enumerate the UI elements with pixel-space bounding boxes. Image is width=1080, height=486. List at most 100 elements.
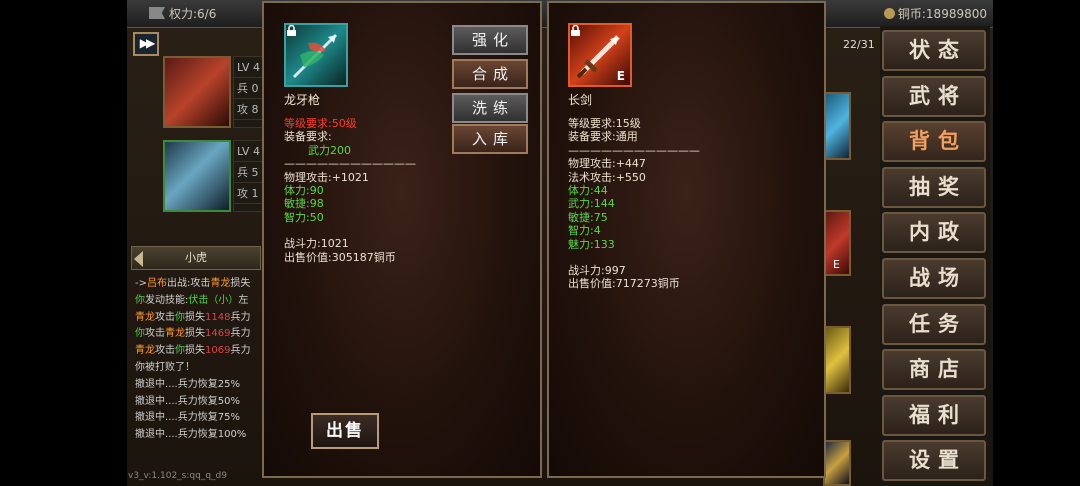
level-requirement: 等级要求:15级 [568, 117, 641, 130]
power-indicator: 权力:6/6 [149, 5, 216, 22]
log-segment: 你 [135, 294, 145, 306]
equipped-badge: E [616, 69, 625, 83]
log-line: 你发动技能:伏击（小）左 [135, 293, 265, 310]
log-segment: 兵力 [230, 328, 251, 340]
log-segment: 出战:攻击 [167, 278, 211, 289]
hero-card-2[interactable]: LV 4 兵 5 攻 1 [163, 140, 267, 212]
menu-button-internal-affairs[interactable]: 内政 [882, 212, 986, 254]
equip-requirement-value: 武力200 [308, 143, 351, 157]
menu-button-quests[interactable]: 任务 [882, 303, 986, 345]
bag-item-slot[interactable] [823, 92, 851, 160]
log-segment: 攻击 [145, 328, 165, 340]
log-segment: 攻击 [155, 345, 175, 357]
log-line: 青龙攻击你损失1148兵力 [135, 310, 265, 327]
log-segment: 你 [175, 311, 185, 323]
item-detail-panel-right: E 长剑 等级要求:15级 装备要求:通用 ———————————— 物理攻击:… [547, 1, 826, 478]
menu-button-lottery[interactable]: 抽奖 [882, 166, 986, 208]
magic-attack: 法术攻击:+550 [568, 170, 646, 184]
coin-icon [883, 8, 895, 19]
item-info: 等级要求:15级 装备要求:通用 ———————————— 物理攻击:+447 … [568, 117, 700, 291]
log-segment: 攻击 [155, 311, 175, 323]
battle-log-tab[interactable]: 小虎 [131, 246, 261, 270]
menu-button-shop[interactable]: 商店 [882, 349, 986, 391]
battle-log-title: 小虎 [185, 251, 207, 264]
level-requirement: 等级要求:50级 [284, 117, 357, 130]
log-segment: 青龙 [135, 345, 155, 357]
coin-indicator: 铜币:18989800 [883, 5, 987, 22]
log-segment: 青龙 [210, 278, 231, 289]
log-line: 撤退中....兵力恢复50% [135, 394, 265, 411]
power-label: 权力:6/6 [169, 7, 217, 21]
log-segment: 你被打败了！ [135, 361, 195, 373]
lock-icon [571, 25, 580, 36]
log-line: 你攻击青龙损失1469兵力 [135, 326, 265, 343]
log-segment: 兵力 [230, 311, 251, 323]
log-segment: 损失 [185, 311, 205, 323]
log-segment: 1148 [205, 311, 231, 323]
fast-forward-button[interactable]: ▶▶ [133, 32, 159, 56]
log-segment: 损失 [185, 328, 205, 340]
hero-portrait-red-warrior [163, 56, 231, 128]
separator: ———————————— [568, 143, 700, 157]
sell-price: 出售价值:305187铜币 [284, 250, 396, 264]
log-segment: 青龙 [165, 328, 185, 340]
bag-item-slot[interactable] [823, 440, 851, 486]
store-button[interactable]: 入库 [452, 124, 528, 154]
stat-agility: 敏捷:98 [284, 197, 324, 211]
log-segment: 兵力 [230, 345, 251, 357]
log-segment: 撤退中....兵力恢复50% [135, 395, 240, 407]
combine-button[interactable]: 合成 [452, 59, 528, 89]
stat-agility: 敏捷:75 [568, 210, 608, 224]
log-segment: 损失 [230, 278, 251, 289]
physical-attack: 物理攻击:+447 [568, 157, 646, 171]
item-name: 龙牙枪 [284, 93, 321, 107]
log-segment: 左 [238, 294, 249, 306]
enhance-button[interactable]: 强化 [452, 25, 528, 55]
menu-button-status[interactable]: 状态 [882, 30, 986, 71]
refine-button[interactable]: 洗练 [452, 93, 528, 123]
combat-power: 战斗力:1021 [284, 237, 349, 251]
log-line: 撤退中....兵力恢复25% [135, 377, 265, 394]
menu-button-generals[interactable]: 武将 [882, 75, 986, 117]
log-segment: 撤退中....兵力恢复100% [135, 429, 247, 441]
collapse-arrow-icon[interactable] [134, 251, 143, 267]
menu-button-settings[interactable]: 设置 [882, 440, 986, 482]
item-name: 长剑 [568, 93, 593, 107]
hero-card-1[interactable]: LV 4 兵 0 攻 8 [163, 56, 267, 128]
menu-button-battlefield[interactable]: 战场 [882, 258, 986, 299]
log-segment: -> [135, 278, 147, 289]
stat-intellect: 智力:4 [568, 224, 601, 238]
log-line: 你被打败了！ [135, 360, 265, 377]
main-menu: 状态 武将 背包 抽奖 内政 战场 任务 商店 福利 设置 [880, 26, 990, 486]
menu-button-backpack[interactable]: 背包 [882, 121, 986, 163]
bag-item-slot[interactable] [823, 326, 851, 394]
combat-power: 战斗力:997 [568, 264, 626, 278]
log-segment: 1469 [205, 328, 231, 340]
log-segment: 吕布 [147, 278, 167, 289]
log-segment: 你 [135, 328, 145, 340]
item-info: 等级要求:50级 装备要求: 武力200 ———————————— 物理攻击:+… [284, 117, 416, 264]
hero-portrait-azure-dragon [163, 140, 231, 212]
log-segment: 青龙 [135, 311, 155, 323]
item-icon-dragon-spear [284, 23, 348, 87]
log-segment: 你 [175, 345, 185, 357]
stat-intellect: 智力:50 [284, 210, 324, 224]
log-segment: 撤退中....兵力恢复75% [135, 412, 240, 424]
menu-button-welfare[interactable]: 福利 [882, 394, 986, 436]
log-segment: 发动技能: [145, 294, 189, 306]
flag-icon [149, 7, 165, 19]
item-icon-long-sword: E [568, 23, 632, 87]
log-segment: 伏击（小） [188, 294, 239, 306]
stat-stamina: 体力:90 [284, 184, 324, 198]
log-line: 撤退中....兵力恢复75% [135, 410, 265, 427]
log-line: ->吕布出战:攻击青龙损失 [135, 276, 265, 293]
bag-count: 22/31 [843, 38, 875, 51]
sell-price: 出售价值:717273铜币 [568, 277, 680, 291]
stat-stamina: 体力:44 [568, 184, 608, 198]
log-segment: 撤退中....兵力恢复25% [135, 378, 240, 390]
separator: ———————————— [284, 157, 416, 171]
coins-label: 铜币:18989800 [897, 7, 987, 21]
log-line: 青龙攻击你损失1069兵力 [135, 343, 265, 360]
sell-button[interactable]: 出售 [311, 413, 379, 449]
battle-log: ->吕布出战:攻击青龙损失 你发动技能:伏击（小）左 青龙攻击你损失1148兵力 你攻… [135, 276, 265, 444]
